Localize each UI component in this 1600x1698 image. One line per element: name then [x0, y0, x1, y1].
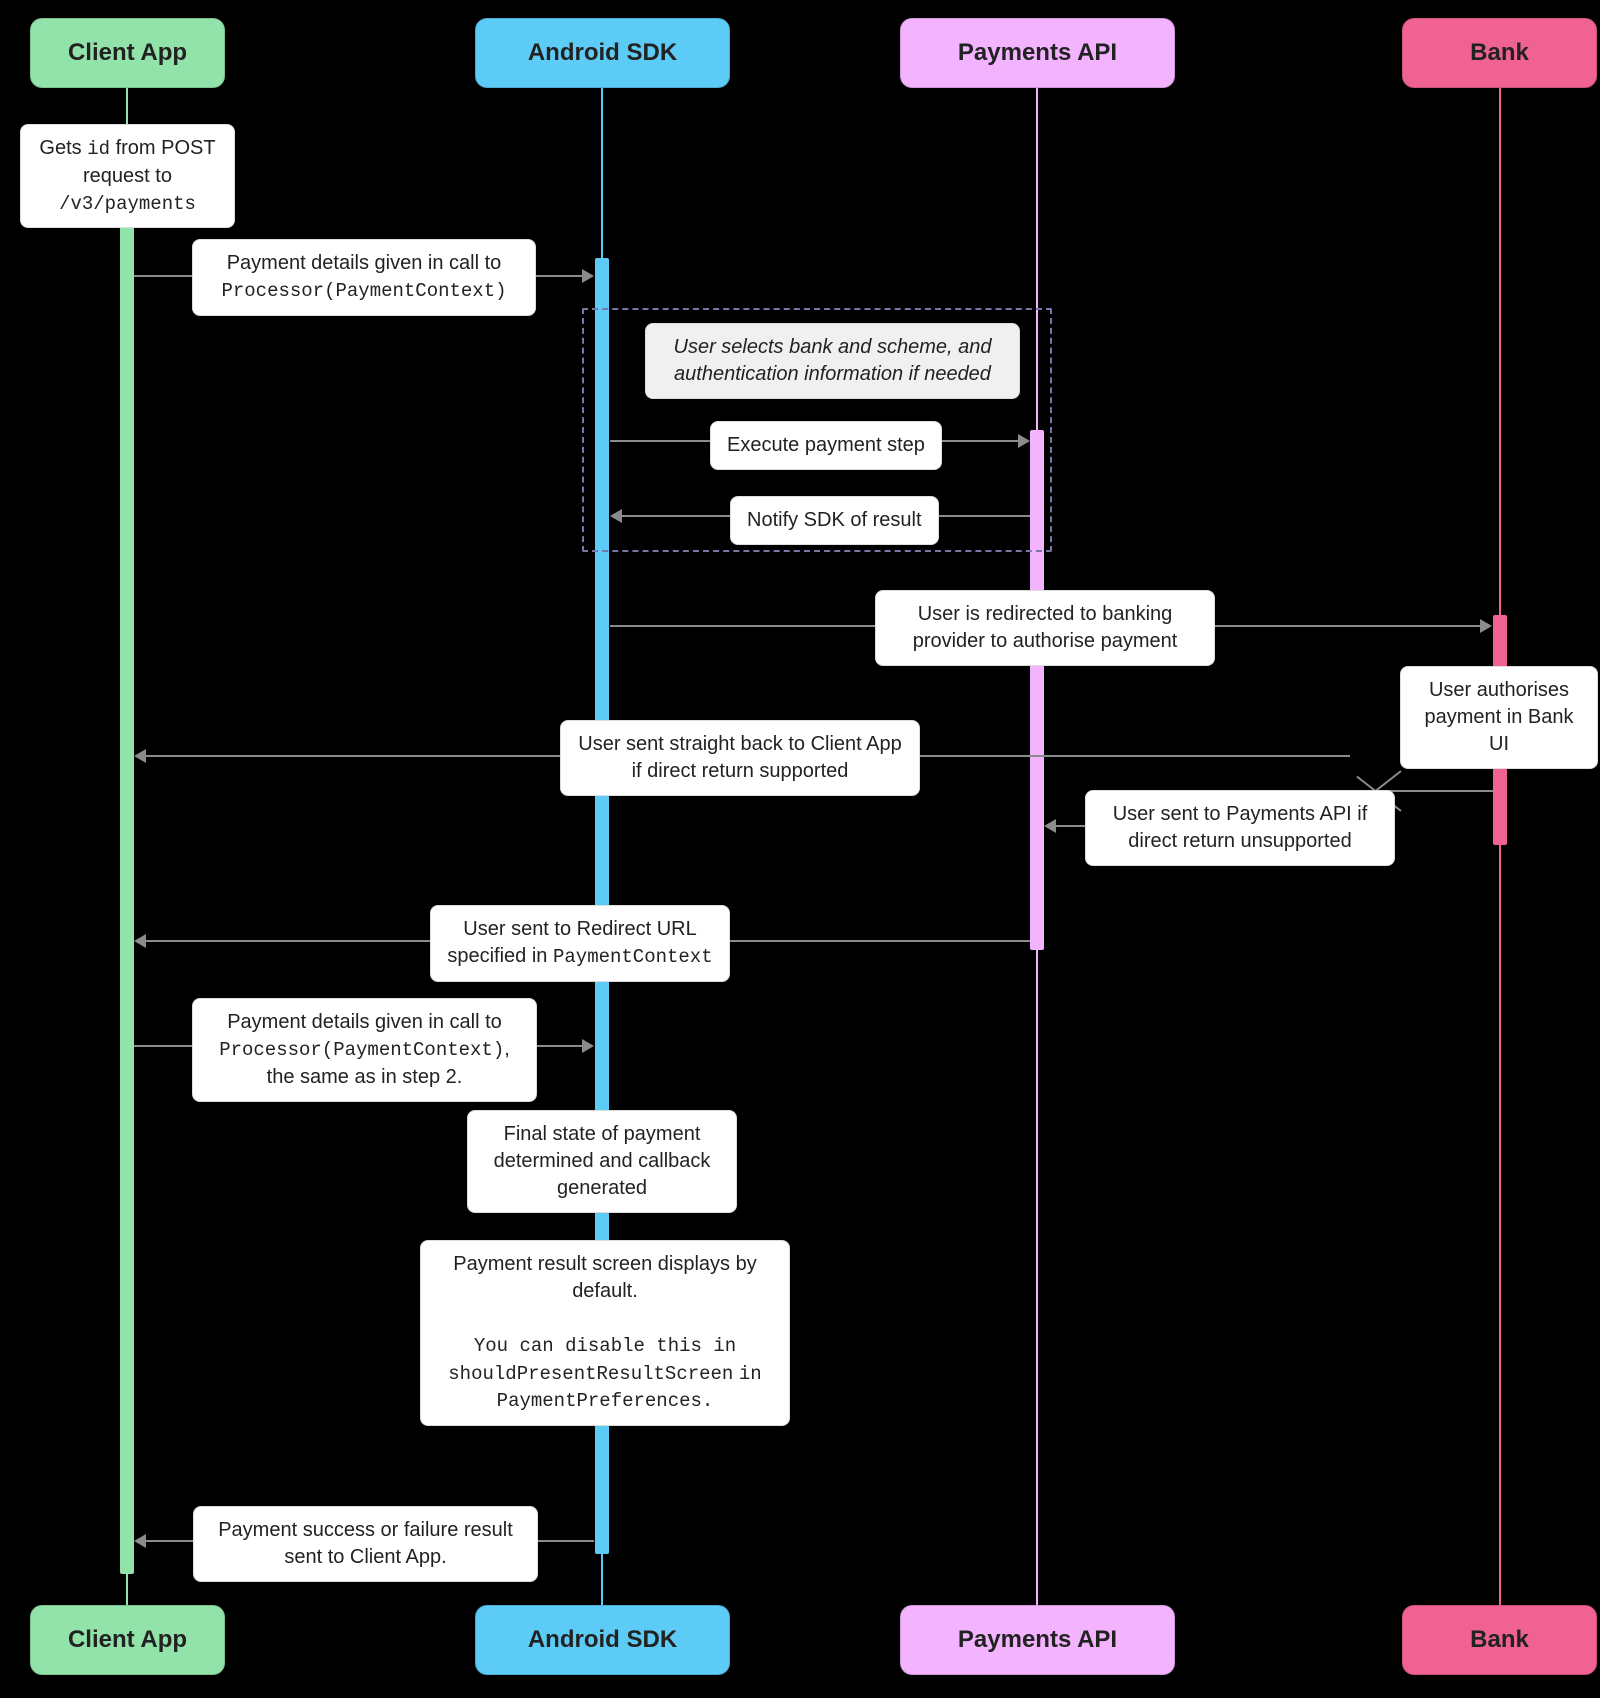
- actor-label: Client App: [68, 39, 187, 67]
- note-auth-bank: User authorises payment in Bank UI: [1400, 666, 1598, 769]
- note-pay-details-1: Payment details given in call to Process…: [192, 239, 536, 316]
- actor-label: Android SDK: [528, 1626, 677, 1654]
- actor-bottom-bank: Bank: [1402, 1605, 1597, 1675]
- actor-top-bank: Bank: [1402, 18, 1597, 88]
- arrow-head: [610, 509, 622, 523]
- lifeline-bank: [1499, 88, 1501, 1606]
- actor-top-sdk: Android SDK: [475, 18, 730, 88]
- actor-label: Bank: [1470, 1626, 1529, 1654]
- note-pay-details-2: Payment details given in call to Process…: [192, 998, 537, 1102]
- actor-label: Client App: [68, 1626, 187, 1654]
- actor-label: Payments API: [958, 1626, 1117, 1654]
- note-notify: Notify SDK of result: [730, 496, 939, 545]
- actor-label: Payments API: [958, 39, 1117, 67]
- arrow-head: [1044, 819, 1056, 833]
- arrow-head: [1480, 619, 1492, 633]
- note-loop: User selects bank and scheme, and authen…: [645, 323, 1020, 399]
- note-redirect-url: User sent to Redirect URL specified in P…: [430, 905, 730, 982]
- sequence-diagram: Client App Android SDK Payments API Bank…: [0, 0, 1600, 1698]
- arrow-head: [582, 269, 594, 283]
- note-gets-id: Gets id from POST request to /v3/payment…: [20, 124, 235, 228]
- note-redirect-bank: User is redirected to banking provider t…: [875, 590, 1215, 666]
- actor-bottom-api: Payments API: [900, 1605, 1175, 1675]
- actor-bottom-sdk: Android SDK: [475, 1605, 730, 1675]
- arrow-head: [1018, 434, 1030, 448]
- arrow-head: [134, 934, 146, 948]
- note-final-state: Final state of payment determined and ca…: [467, 1110, 737, 1213]
- activation-client: [120, 124, 134, 1574]
- actor-label: Bank: [1470, 39, 1529, 67]
- note-to-api: User sent to Payments API if direct retu…: [1085, 790, 1395, 866]
- note-final-msg: Payment success or failure result sent t…: [193, 1506, 538, 1582]
- note-result-screen: Payment result screen displays by defaul…: [420, 1240, 790, 1426]
- arrow-head: [134, 1534, 146, 1548]
- actor-top-api: Payments API: [900, 18, 1175, 88]
- actor-top-client: Client App: [30, 18, 225, 88]
- actor-bottom-client: Client App: [30, 1605, 225, 1675]
- arrow-head: [134, 749, 146, 763]
- note-direct-return: User sent straight back to Client App if…: [560, 720, 920, 796]
- note-exec: Execute payment step: [710, 421, 942, 470]
- actor-label: Android SDK: [528, 39, 677, 67]
- arrow-head: [582, 1039, 594, 1053]
- fork-origin: [1385, 790, 1493, 792]
